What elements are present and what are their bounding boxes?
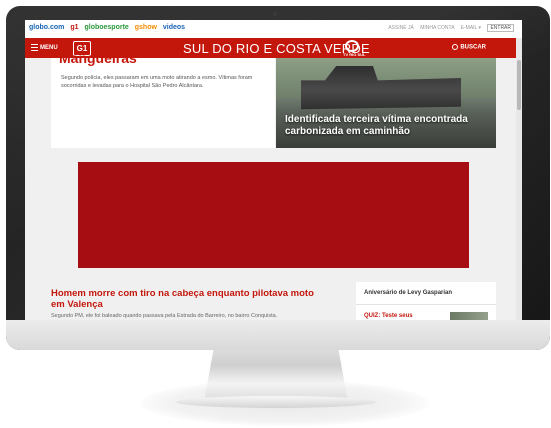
sidebar-heading[interactable]: Aniversário de Levy Gasparian — [364, 290, 452, 296]
link-email[interactable]: E-MAIL ▾ — [461, 25, 481, 31]
link-videos[interactable]: videos — [163, 24, 185, 31]
link-globoesporte[interactable]: globoesporte — [84, 24, 128, 31]
news-card-2[interactable]: Identificada terceira vítima encontrada … — [276, 58, 496, 148]
screen: globo.com g1 globoesporte gshow videos A… — [25, 20, 522, 320]
link-gshow[interactable]: gshow — [135, 24, 157, 31]
news-summary-1: Segundo polícia, eles passaram em uma mo… — [61, 75, 253, 89]
link-minha-conta[interactable]: MINHA CONTA — [420, 25, 454, 31]
entrar-button[interactable]: ENTRAR — [487, 24, 514, 32]
search-label: BUSCAR — [460, 44, 486, 51]
search-icon — [452, 44, 459, 50]
menu-button[interactable]: MENU — [31, 44, 58, 51]
scrollbar-thumb[interactable] — [517, 60, 521, 110]
news-headline-1[interactable]: Mangueiras — [59, 50, 137, 66]
scrollbar[interactable] — [516, 38, 522, 320]
news-card-1[interactable]: Mangueiras Segundo polícia, eles passara… — [51, 50, 275, 148]
news-summary-3: Segundo PM, ele foi baleado quando passa… — [51, 313, 278, 319]
search-button[interactable]: BUSCAR — [452, 44, 486, 51]
link-globo[interactable]: globo.com — [29, 24, 64, 31]
quiz-thumbnail[interactable] — [450, 312, 488, 320]
news-card-3[interactable]: Homem morre com tiro na cabeça enquanto … — [51, 280, 321, 319]
sidebar-widget: Aniversário de Levy Gasparian QUIZ: Test… — [356, 282, 496, 320]
hamburger-icon — [31, 44, 38, 51]
top-links-bar: globo.com g1 globoesporte gshow videos A… — [25, 20, 522, 39]
section-title[interactable]: SUL DO RIO E COSTA VERDE — [183, 41, 370, 56]
news-headline-2[interactable]: Identificada terceira vítima encontrada … — [285, 114, 490, 138]
ad-banner[interactable] — [78, 162, 469, 268]
account-links: ASSINE JÁ MINHA CONTA E-MAIL ▾ ENTRAR — [383, 24, 514, 32]
menu-label: MENU — [40, 45, 58, 52]
link-g1[interactable]: g1 — [70, 24, 78, 31]
camera-icon — [273, 12, 277, 16]
divider — [356, 304, 496, 305]
news-headline-3[interactable]: Homem morre com tiro na cabeça enquanto … — [51, 288, 321, 310]
monitor-chin — [6, 320, 550, 350]
tv-logo-text: TV RIO SUL — [343, 52, 366, 57]
monitor-base — [176, 396, 376, 408]
tv-globo-logo-icon — [345, 40, 359, 52]
quiz-link[interactable]: QUIZ: Teste seus — [364, 313, 413, 319]
portal-links: globo.com g1 globoesporte gshow videos — [29, 24, 189, 31]
link-assine[interactable]: ASSINE JÁ — [388, 25, 414, 31]
